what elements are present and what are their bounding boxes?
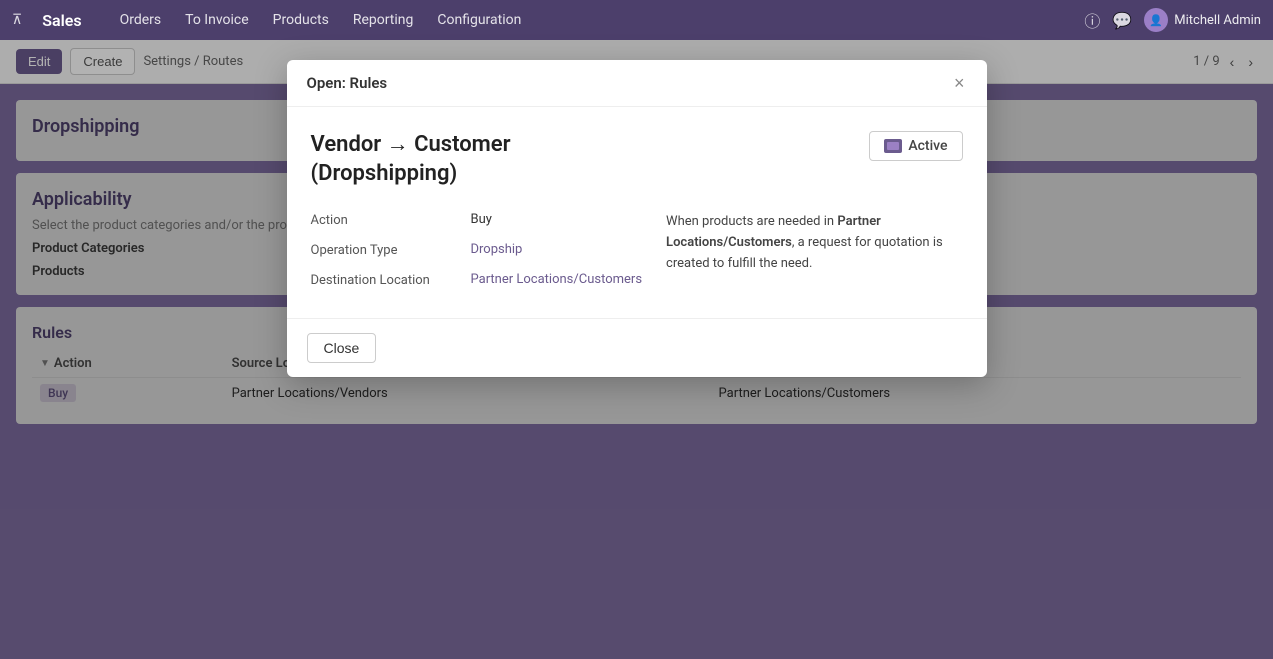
operation-type-label: Operation Type [311,242,471,258]
chat-icon[interactable]: 💬 [1112,11,1132,30]
active-badge: Active [869,131,962,161]
modal-header: Open: Rules × [287,60,987,107]
active-label: Active [908,138,947,154]
user-menu[interactable]: 👤 Mitchell Admin [1144,8,1261,32]
modal-rule-header: Vendor → Customer (Dropshipping) Active [311,131,963,188]
operation-type-field: Operation Type Dropship [311,242,643,258]
modal-description: When products are needed in Partner Loca… [666,212,962,274]
destination-location-link[interactable]: Partner Locations/Customers [471,272,643,288]
modal-overlay: Open: Rules × Vendor → Customer (Dropshi… [0,40,1273,659]
action-value: Buy [471,212,492,228]
app-name: Sales [42,11,81,30]
help-icon[interactable]: ⓘ [1084,8,1100,32]
modal-body: Vendor → Customer (Dropshipping) Active … [287,107,987,318]
modal-rule-title: Vendor → Customer (Dropshipping) [311,131,511,188]
modal-title: Open: Rules [307,74,388,92]
modal-footer: Close [287,318,987,377]
bold-text: Partner Locations/Customers [666,214,881,250]
nav-configuration[interactable]: Configuration [427,8,531,32]
modal-dialog: Open: Rules × Vendor → Customer (Dropshi… [287,60,987,377]
top-nav: Orders To Invoice Products Reporting Con… [110,8,532,32]
modal-close-x-button[interactable]: × [952,74,967,92]
nav-to-invoice[interactable]: To Invoice [175,8,259,32]
page-background: Edit Create Settings / Routes 1 / 9 ‹ › … [0,40,1273,659]
topbar: ⊼ Sales Orders To Invoice Products Repor… [0,0,1273,40]
rule-title-line2: (Dropshipping) [311,160,511,189]
nav-products[interactable]: Products [263,8,339,32]
action-field: Action Buy [311,212,643,228]
destination-location-field: Destination Location Partner Locations/C… [311,272,643,288]
modal-fields-left: Action Buy Operation Type Dropship Desti… [311,212,643,302]
close-button[interactable]: Close [307,333,377,363]
user-name: Mitchell Admin [1174,13,1261,28]
topbar-right: ⓘ 💬 👤 Mitchell Admin [1084,8,1261,32]
nav-reporting[interactable]: Reporting [343,8,424,32]
modal-fields: Action Buy Operation Type Dropship Desti… [311,212,963,302]
grid-icon[interactable]: ⊼ [12,12,22,28]
operation-type-link[interactable]: Dropship [471,242,523,258]
avatar-img: 👤 [1149,14,1163,27]
destination-location-label: Destination Location [311,272,471,288]
avatar: 👤 [1144,8,1168,32]
action-label: Action [311,212,471,228]
modal-fields-right: When products are needed in Partner Loca… [666,212,962,302]
rule-title-line1: Vendor → Customer [311,131,511,160]
nav-orders[interactable]: Orders [110,8,172,32]
active-badge-icon [884,139,902,153]
